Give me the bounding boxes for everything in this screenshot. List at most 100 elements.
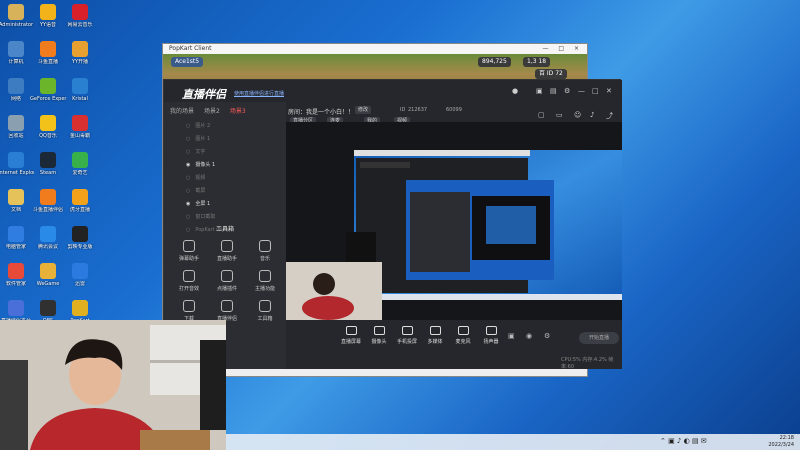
desktop-shortcut[interactable]: QQ音乐	[30, 113, 66, 150]
desktop-shortcut[interactable]: 回收站	[0, 113, 34, 150]
visibility-eye-icon[interactable]: ◉	[186, 162, 190, 168]
avatar-icon[interactable]: ●	[512, 87, 518, 95]
stream-preview[interactable]	[286, 122, 622, 320]
desktop-shortcut[interactable]: 剪映专业版	[62, 224, 98, 261]
eye-icon[interactable]: ◉	[526, 332, 532, 340]
desktop-shortcut[interactable]: 爱奇艺	[62, 150, 98, 187]
desktop-shortcut[interactable]: 文档	[0, 187, 34, 224]
visibility-eye-icon[interactable]: ◉	[186, 201, 190, 207]
desktop-shortcut[interactable]: 腾讯会议	[30, 224, 66, 261]
visibility-eye-icon[interactable]: ○	[186, 214, 190, 220]
user-icon[interactable]: ☺	[574, 111, 581, 119]
control-icon	[345, 326, 357, 335]
source-item[interactable]: ○ 窗口截取	[164, 210, 286, 223]
desktop-shortcut[interactable]: Internet Explorer	[0, 150, 34, 187]
desktop-shortcut-label: 软件管家	[5, 281, 26, 287]
visibility-eye-icon[interactable]: ○	[186, 188, 190, 194]
control-label: 扬声器	[483, 339, 499, 345]
taskbar[interactable]: ⌃ ▣ ♪ ◐ ▤ ✉ 22:18 2022/3/24	[226, 434, 800, 450]
desktop-shortcut[interactable]: Steam	[30, 150, 66, 187]
editor-icon	[72, 226, 88, 242]
tab-scene-1[interactable]: 我的场景	[170, 106, 194, 115]
desktop-shortcut[interactable]: YY开播	[62, 39, 98, 76]
nvidia-icon	[40, 78, 56, 94]
share-icon[interactable]: ⤴	[606, 111, 613, 121]
source-item[interactable]: ○ 视频	[164, 171, 286, 184]
desktop-shortcut[interactable]: 斗鱼直播	[30, 39, 66, 76]
desktop-shortcut[interactable]: 网络	[0, 76, 34, 113]
toolbox-item[interactable]: 工具箱	[248, 300, 282, 326]
desktop-shortcut[interactable]: 电脑管家	[0, 224, 34, 261]
edit-room-button[interactable]: 修改	[355, 106, 372, 114]
toolbox-item[interactable]: 音乐	[248, 240, 282, 266]
meeting-icon	[40, 226, 56, 242]
toolbox-item[interactable]: 点播插件	[210, 270, 244, 296]
game-titlebar[interactable]: PopKart Client — □ ×	[163, 44, 587, 54]
stream-control-button[interactable]: 扬声器	[478, 326, 504, 345]
toolbox-item[interactable]: 打开音效	[172, 270, 206, 296]
camera-toggle-icon[interactable]: ▣	[508, 332, 515, 340]
desktop-shortcut-label: Steam	[39, 170, 57, 176]
iqiyi-icon	[72, 152, 88, 168]
desktop-shortcut-label: 剪映专业版	[67, 244, 93, 250]
bell-icon[interactable]: ♪	[590, 111, 594, 119]
stream-control-button[interactable]: 摄像头	[366, 326, 392, 345]
tray-icons[interactable]: ⌃ ▣ ♪ ◐ ▤ ✉	[660, 437, 707, 445]
gear-icon[interactable]: ⚙	[544, 332, 550, 340]
tab-scene-3[interactable]: 场景3	[230, 106, 246, 115]
tool-icon	[259, 270, 271, 282]
desktop-shortcut[interactable]: GeForce Experience	[30, 76, 66, 113]
control-icon	[485, 326, 497, 335]
source-item[interactable]: ○ 截屏	[164, 184, 286, 197]
settings-icon[interactable]: ⚙	[564, 87, 570, 95]
start-live-button[interactable]: 开始直播	[579, 332, 619, 344]
app-notice-link[interactable]: 使用直播伴侣进行直播	[234, 90, 284, 97]
tool-label: 音乐	[259, 256, 270, 262]
desktop-shortcut[interactable]: 斗鱼直播伴侣	[30, 187, 66, 224]
game-window-controls[interactable]: — □ ×	[542, 44, 587, 54]
stream-control-button[interactable]: 直播屏幕	[338, 326, 364, 345]
source-item[interactable]: ○ 图片 2	[164, 119, 286, 132]
desktop-shortcut[interactable]: 迅雷	[62, 261, 98, 298]
yy-icon	[40, 4, 56, 20]
stream-control-button[interactable]: 麦克风	[450, 326, 476, 345]
stream-control-button[interactable]: 手机投屏	[394, 326, 420, 345]
close-icon[interactable]: ✕	[606, 87, 612, 95]
desktop-shortcut[interactable]: YY语音	[30, 2, 66, 39]
source-item[interactable]: ○ 图片 1	[164, 132, 286, 145]
scene-icon[interactable]: ▢	[538, 111, 545, 119]
minimize-icon[interactable]: —	[578, 87, 585, 95]
source-item[interactable]: ○ 文字	[164, 145, 286, 158]
desktop-shortcut[interactable]: Kristal	[62, 76, 98, 113]
grid-icon[interactable]: ▣	[536, 87, 543, 95]
desktop-shortcut[interactable]: 网易云音乐	[62, 2, 98, 39]
desktop-shortcut[interactable]: WeGame	[30, 261, 66, 298]
obs-icon	[40, 300, 56, 316]
visibility-eye-icon[interactable]: ○	[186, 123, 190, 129]
toolbox-item[interactable]: 直播助手	[210, 240, 244, 266]
desktop-shortcut[interactable]: 虎牙直播	[62, 187, 98, 224]
desktop-shortcut[interactable]: 计算机	[0, 39, 34, 76]
desktop-shortcut[interactable]: 软件管家	[0, 261, 34, 298]
desktop-shortcut-label: 斗鱼直播伴侣	[32, 207, 63, 213]
streaming-app-window[interactable]: 直播伴侣 使用直播伴侣进行直播 房间：我是一个小白！！ 修改 直播分区 连麦 我…	[163, 79, 622, 370]
desktop-shortcut-label: Kristal	[72, 96, 88, 102]
desktop-shortcut[interactable]: Administrator	[0, 2, 34, 39]
control-label: 麦克风	[455, 339, 471, 345]
visibility-eye-icon[interactable]: ○	[186, 175, 190, 181]
source-item[interactable]: ◉ 全屏 1	[164, 197, 286, 210]
desktop-shortcut-label: QQ音乐	[39, 133, 57, 139]
stream-control-button[interactable]: 多媒体	[422, 326, 448, 345]
message-icon[interactable]: ▤	[550, 87, 557, 95]
system-clock[interactable]: 22:18 2022/3/24	[768, 435, 794, 449]
toolbox-item[interactable]: 弹幕助手	[172, 240, 206, 266]
tv-icon[interactable]: ▭	[556, 111, 563, 119]
visibility-eye-icon[interactable]: ○	[186, 136, 190, 142]
tab-scene-2[interactable]: 场景2	[204, 106, 220, 115]
desktop-shortcut-label: Internet Explorer	[0, 170, 34, 176]
maximize-icon[interactable]: □	[592, 87, 599, 95]
visibility-eye-icon[interactable]: ○	[186, 149, 190, 155]
desktop-shortcut[interactable]: 金山毒霸	[62, 113, 98, 150]
toolbox-item[interactable]: 主播功能	[248, 270, 282, 296]
source-item[interactable]: ◉ 摄像头 1	[164, 158, 286, 171]
